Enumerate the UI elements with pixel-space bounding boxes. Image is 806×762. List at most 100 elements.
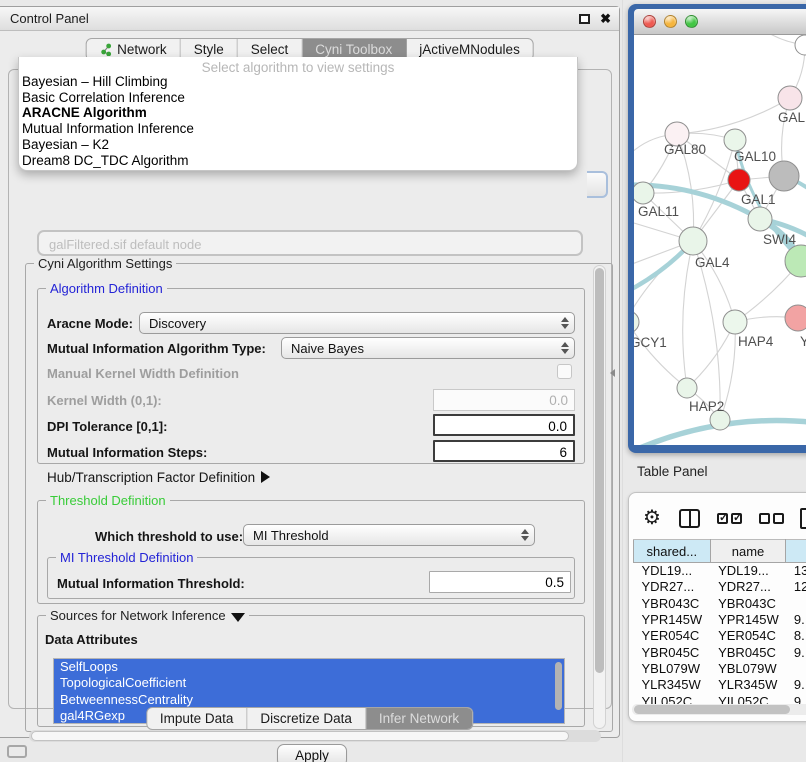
table-row[interactable]: YBR043CYBR043C: [634, 595, 806, 611]
close-window-icon[interactable]: [643, 15, 656, 28]
table-cell: YER054C: [710, 628, 786, 644]
collapsed-panel-icon[interactable]: [7, 745, 27, 758]
which-threshold-combo[interactable]: MI Threshold: [243, 524, 535, 546]
tab-label: Select: [251, 42, 289, 57]
table-row[interactable]: YLR345WYLR345W9.: [634, 677, 806, 693]
tab-discretize-data[interactable]: Discretize Data: [247, 708, 366, 729]
mi-steps-label: Mutual Information Steps:: [47, 445, 207, 460]
inference-algorithm-combo-fragment[interactable]: [587, 171, 608, 198]
list-scrollbar[interactable]: [555, 662, 562, 710]
algorithm-option[interactable]: Basic Correlation Inference: [22, 90, 577, 106]
deselect-all-icon[interactable]: [759, 513, 784, 524]
network-edge: [683, 241, 693, 388]
zoom-window-icon[interactable]: [685, 15, 698, 28]
cyni-algorithm-settings-title: Cyni Algorithm Settings: [34, 256, 176, 271]
network-node[interactable]: [769, 161, 799, 191]
data-attribute-item[interactable]: TopologicalCoefficient: [54, 675, 564, 691]
dpi-tolerance-field[interactable]: 0.0: [433, 414, 575, 436]
network-node-gal11[interactable]: [634, 182, 654, 204]
network-node-hap2[interactable]: [677, 378, 697, 398]
mi-threshold-field[interactable]: 0.5: [429, 571, 571, 593]
mi-type-value: Naive Bayes: [282, 341, 558, 356]
network-node-gal4[interactable]: [679, 227, 707, 255]
column-header[interactable]: [786, 540, 806, 563]
table-data-combo[interactable]: galFiltered.sif default node: [37, 230, 583, 256]
tab-impute-data[interactable]: Impute Data: [147, 708, 248, 729]
column-header[interactable]: name: [710, 540, 786, 563]
combo-spinner-icon: [558, 317, 574, 329]
tab-infer-network[interactable]: Infer Network: [366, 708, 472, 729]
table-cell: YPR145W: [634, 611, 711, 627]
table-row[interactable]: YDR27...YDR27...12: [634, 579, 806, 595]
table-cell: YBR045C: [710, 644, 786, 660]
table-row[interactable]: YER054CYER054C8.: [634, 628, 806, 644]
network-node-hap4[interactable]: [723, 310, 747, 334]
hub-definition-expander[interactable]: Hub/Transcription Factor Definition: [47, 470, 270, 485]
data-attribute-item[interactable]: BetweennessCentrality: [54, 692, 564, 708]
manual-kernel-checkbox[interactable]: [557, 364, 572, 379]
table-cell: YBR043C: [634, 595, 711, 611]
table-cell: YBR043C: [710, 595, 786, 611]
node-table[interactable]: shared...name YDL19...YDL19...13YDR27...…: [633, 539, 806, 709]
network-node-gcy1[interactable]: [634, 311, 639, 333]
mi-type-label: Mutual Information Algorithm Type:: [47, 341, 266, 356]
table-cell: YER054C: [634, 628, 711, 644]
algorithm-option[interactable]: Bayesian – Hill Climbing: [22, 74, 577, 90]
column-header[interactable]: shared...: [634, 540, 711, 563]
network-node-y[interactable]: [785, 305, 806, 331]
apply-button[interactable]: Apply: [277, 744, 347, 762]
node-label: HAP4: [738, 334, 774, 349]
expander-right-icon: [261, 471, 270, 483]
network-canvas[interactable]: GALGAL80GAL10GAL1GAL11SWI4GAL4GCY1HAP4YH…: [634, 35, 806, 445]
table-cell: 13: [786, 563, 806, 579]
node-label: GCY1: [634, 335, 667, 350]
algorithm-option[interactable]: Bayesian – K2: [22, 137, 577, 153]
table-row[interactable]: YBR045CYBR045C9.: [634, 644, 806, 660]
mi-type-combo[interactable]: Naive Bayes: [281, 337, 575, 359]
network-node-gal[interactable]: [778, 86, 802, 110]
gear-icon[interactable]: ⚙: [643, 508, 661, 528]
algorithm-dropdown-prompt: Select algorithm to view settings: [19, 57, 577, 73]
settings-vertical-scrollbar[interactable]: [593, 265, 606, 729]
new-table-icon[interactable]: [800, 508, 806, 529]
tab-label: Cyni Toolbox: [315, 42, 392, 57]
which-threshold-label: Which threshold to use:: [95, 529, 243, 544]
table-row[interactable]: YDL19...YDL19...13: [634, 563, 806, 579]
column-layout-icon[interactable]: [679, 509, 700, 528]
kernel-width-label: Kernel Width (0,1):: [47, 393, 162, 408]
network-node[interactable]: [785, 245, 806, 277]
combo-spinner-icon: [518, 529, 534, 541]
network-node[interactable]: [795, 35, 806, 55]
node-label: GAL11: [638, 204, 679, 219]
float-window-icon[interactable]: [579, 14, 590, 24]
kernel-width-field[interactable]: 0.0: [433, 389, 575, 411]
network-window-titlebar: [634, 9, 806, 35]
select-all-icon[interactable]: [717, 513, 742, 524]
settings-horizontal-scrollbar[interactable]: [29, 730, 601, 742]
splitter-collapse-icon[interactable]: [610, 369, 615, 377]
sources-group-title[interactable]: Sources for Network Inference: [46, 608, 249, 623]
network-node-swi4[interactable]: [748, 207, 772, 231]
network-node-gal10[interactable]: [724, 129, 746, 151]
mi-steps-field[interactable]: 6: [433, 440, 575, 462]
network-node-gal1[interactable]: [728, 169, 750, 191]
combo-spinner-icon: [558, 342, 574, 354]
node-label: Y: [800, 334, 806, 349]
algorithm-option[interactable]: Dream8 DC_TDC Algorithm: [22, 153, 577, 169]
aracne-mode-combo[interactable]: Discovery: [139, 312, 575, 334]
algorithm-option[interactable]: ARACNE Algorithm: [22, 105, 577, 121]
close-panel-icon[interactable]: ✖: [600, 12, 611, 25]
table-cell: 9.: [786, 677, 806, 693]
network-graph: GALGAL80GAL10GAL1GAL11SWI4GAL4GCY1HAP4YH…: [634, 35, 806, 445]
node-label: GAL: [778, 110, 806, 125]
table-row[interactable]: YBL079WYBL079W: [634, 660, 806, 676]
data-attribute-item[interactable]: SelfLoops: [54, 659, 564, 675]
mi-threshold-label: Mutual Information Threshold:: [57, 576, 245, 591]
tab-label: jActiveMNodules: [419, 42, 520, 57]
table-panel-title: Table Panel: [637, 464, 708, 479]
tab-label: Network: [117, 42, 167, 57]
minimize-window-icon[interactable]: [664, 15, 677, 28]
table-horizontal-scrollbar[interactable]: [632, 704, 806, 715]
table-row[interactable]: YPR145WYPR145W9.: [634, 611, 806, 627]
algorithm-option[interactable]: Mutual Information Inference: [22, 121, 577, 137]
